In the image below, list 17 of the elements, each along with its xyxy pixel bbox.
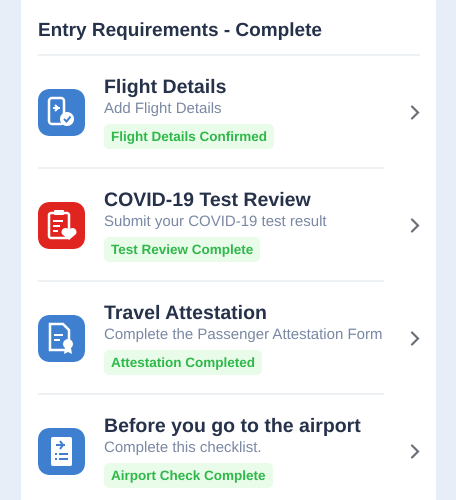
status-badge: Flight Details Confirmed <box>104 124 274 149</box>
status-badge: Airport Check Complete <box>104 463 273 488</box>
chevron-icon[interactable] <box>410 444 420 458</box>
item-subtitle: Submit your COVID-19 test result <box>104 213 327 231</box>
item-title[interactable]: COVID-19 Test Review <box>104 189 311 212</box>
item-subtitle: Complete this checklist. <box>104 439 262 457</box>
chevron-icon[interactable] <box>410 104 420 120</box>
item-title[interactable]: Flight Details <box>104 76 226 99</box>
chevron-icon[interactable] <box>410 218 420 232</box>
item-subtitle: Complete the Passenger Attestation Form <box>104 326 382 344</box>
item-subtitle: Add Flight Details <box>104 100 222 118</box>
status-badge: Attestation Completed <box>104 350 262 375</box>
chevron-icon[interactable] <box>410 330 420 346</box>
section-title: Entry Requirements - Complete <box>38 0 420 56</box>
item-title[interactable]: Travel Attestation <box>104 302 267 325</box>
item-title[interactable]: Before you go to the airport <box>104 415 361 438</box>
status-badge: Test Review Complete <box>104 237 260 262</box>
